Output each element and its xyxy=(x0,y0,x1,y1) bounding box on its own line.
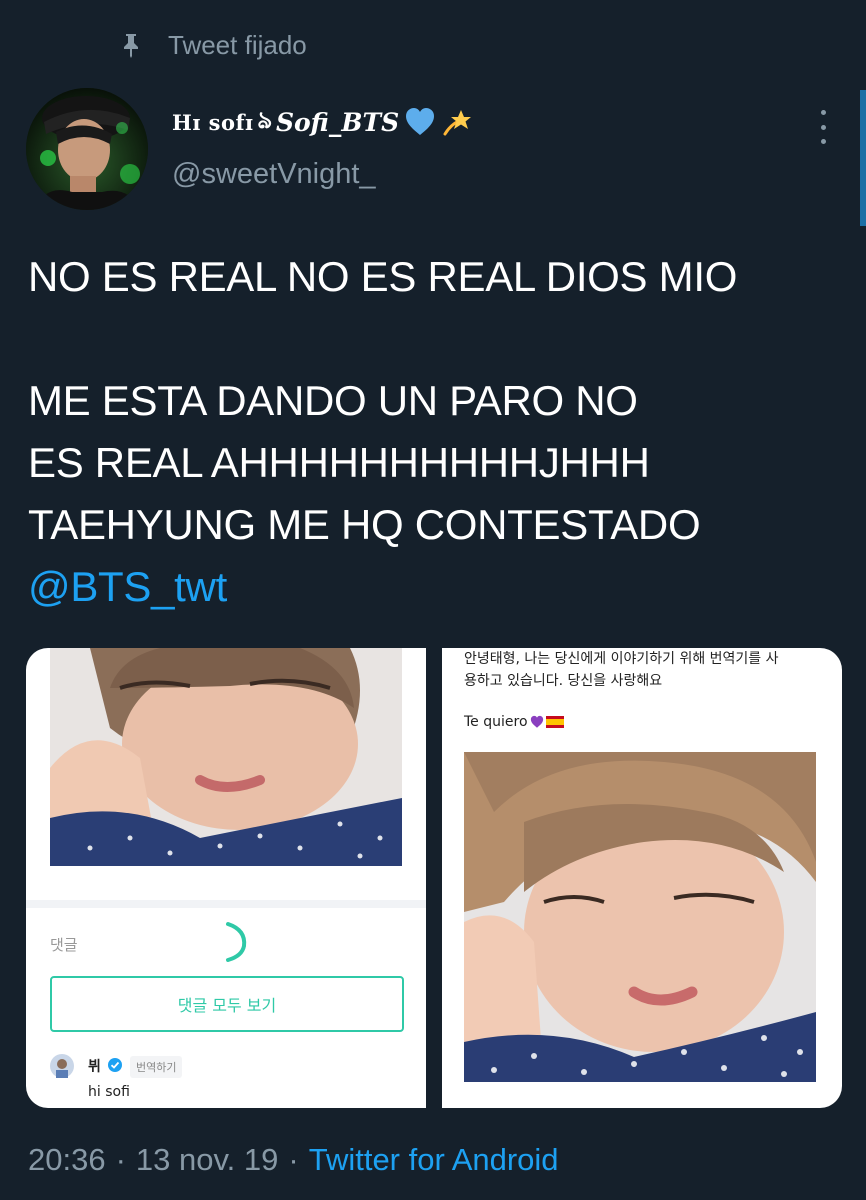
display-name[interactable]: Hɪ sofɪ ঌ Sofi_BTS xyxy=(172,102,473,142)
tweet-meta: 20:36 · 13 nov. 19 · Twitter for Android xyxy=(28,1140,559,1180)
view-all-comments-label: 댓글 모두 보기 xyxy=(177,996,277,1015)
view-all-comments-button[interactable]: 댓글 모두 보기 xyxy=(50,976,404,1032)
tweet-line: ME ESTA DANDO UN PARO NO xyxy=(28,377,638,424)
sleeping-photo-large xyxy=(464,752,816,1082)
pinned-text: Tweet fijado xyxy=(168,29,307,60)
verified-badge-icon xyxy=(108,1058,122,1072)
tweet-line: ES REAL AHHHHHHHHHHJHHH xyxy=(28,439,650,486)
spanish-message: Te quiero xyxy=(464,714,564,730)
comment-text: hi sofi xyxy=(88,1084,130,1100)
user-handle[interactable]: @sweetVnight_ xyxy=(172,158,376,191)
media-image-left[interactable]: 댓글 댓글 모두 보기 뷔 번역하기 hi sofi xyxy=(26,648,426,1108)
translate-button[interactable]: 번역하기 xyxy=(130,1056,183,1078)
tweet-source-link[interactable]: Twitter for Android xyxy=(309,1142,559,1178)
comment-label: 댓글 xyxy=(50,936,78,954)
separator: · xyxy=(288,1142,299,1177)
commenter-avatar xyxy=(50,1054,74,1078)
separator: · xyxy=(115,1142,126,1177)
blue-heart-icon xyxy=(406,108,435,135)
scrollbar[interactable] xyxy=(860,90,866,226)
media-grid[interactable]: 댓글 댓글 모두 보기 뷔 번역하기 hi sofi 안녕태형, 나는 당신에게… xyxy=(26,648,842,1108)
pin-icon xyxy=(124,34,138,58)
tweet-line: TAEHYUNG ME HQ CONTESTADO xyxy=(28,501,701,548)
spanish-text: Te quiero xyxy=(464,714,528,730)
display-name-prefix: Hɪ sofɪ xyxy=(172,109,254,135)
korean-text-line: 안녕태형, 나는 당신에게 이야기하기 위해 번역기를 사 xyxy=(464,651,779,667)
purple-heart-icon xyxy=(530,715,543,728)
more-vertical-icon[interactable] xyxy=(810,108,836,146)
tweet-line: NO ES REAL NO ES REAL DIOS MIO xyxy=(28,253,738,300)
pinned-tweet-label: Tweet fijado xyxy=(120,28,307,62)
media-image-right[interactable]: 안녕태형, 나는 당신에게 이야기하기 위해 번역기를 사 용하고 있습니다. … xyxy=(442,648,842,1108)
tweet-time: 20:36 xyxy=(28,1142,106,1177)
mention-link[interactable]: @BTS_twt xyxy=(28,563,227,610)
dizzy-star-icon xyxy=(443,110,472,136)
avatar[interactable] xyxy=(26,88,148,210)
translate-label: 번역하기 xyxy=(136,1061,177,1074)
display-name-main: Sofi_BTS xyxy=(275,107,400,137)
tweet-date: 13 nov. 19 xyxy=(135,1142,279,1177)
loading-spinner-icon xyxy=(226,922,247,962)
display-name-swirl: ঌ xyxy=(257,107,272,134)
commenter-name: 뷔 xyxy=(88,1059,101,1075)
korean-text-line: 용하고 있습니다. 당신을 사랑해요 xyxy=(464,673,663,689)
divider xyxy=(26,900,426,908)
spain-flag-icon xyxy=(545,716,564,728)
tweet-text: NO ES REAL NO ES REAL DIOS MIO ME ESTA D… xyxy=(28,246,848,618)
sleeping-photo xyxy=(50,648,402,866)
